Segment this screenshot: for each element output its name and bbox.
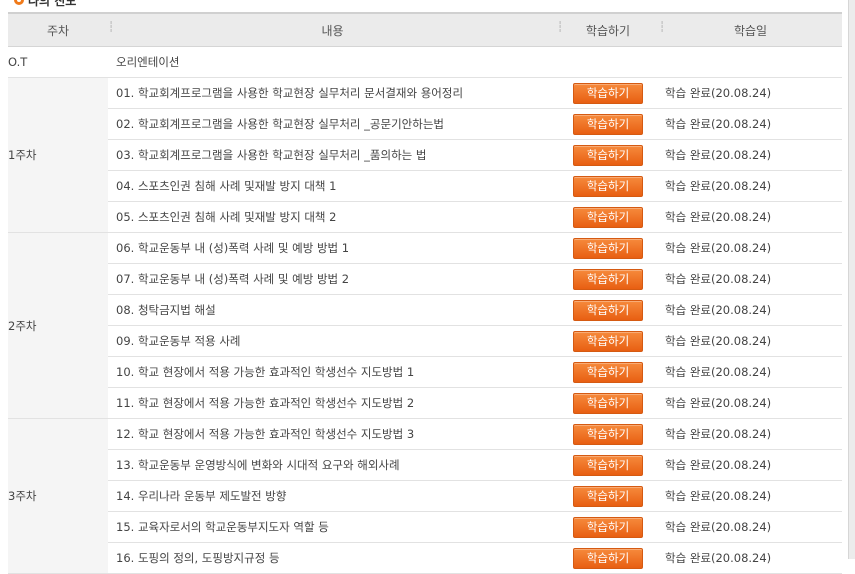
lesson-title: 10. 학교 현장에서 적용 가능한 효과적인 학생선수 지도방법 1 xyxy=(108,356,557,388)
lesson-title: 08. 청탁금지법 해설 xyxy=(108,294,557,326)
table-row: 1주차 01. 학교회계프로그램을 사용한 학교현장 실무처리 문서결재와 용어정… xyxy=(8,77,842,233)
completion-date: 학습 완료(20.08.24) xyxy=(659,356,842,388)
section-title: 나의 진도 xyxy=(14,0,76,8)
lesson-title: 05. 스포츠인권 침해 사례 및재발 방지 대책 2 xyxy=(108,201,557,233)
lesson-title: 02. 학교회계프로그램을 사용한 학교현장 실무처리 _공문기안하는법 xyxy=(108,108,557,140)
table-row: 15. 교육자로서의 학교운동부지도자 역할 등 학습하기 학습 완료(20.08.… xyxy=(8,511,842,543)
study-button[interactable]: 학습하기 xyxy=(573,206,643,228)
table-row: 2주차 06. 학교운동부 내 (성)폭력 사례 및 예방 방법 1 학습하기 학습 … xyxy=(8,232,842,419)
table-row: 11. 학교 현장에서 적용 가능한 효과적인 학생선수 지도방법 2 학습하기 학… xyxy=(8,387,842,419)
header-separator: ┆ xyxy=(557,22,564,33)
table-row: 02. 학교회계프로그램을 사용한 학교현장 실무처리 _공문기안하는법 학습하기… xyxy=(8,108,842,140)
week-cell: 2주차 xyxy=(8,232,108,419)
completion-date: 학습 완료(20.08.24) xyxy=(659,480,842,512)
lesson-title: 04. 스포츠인권 침해 사례 및재발 방지 대책 1 xyxy=(108,170,557,202)
completion-date: 학습 완료(20.08.24) xyxy=(659,201,842,233)
study-button[interactable]: 학습하기 xyxy=(573,144,643,166)
study-button[interactable]: 학습하기 xyxy=(573,268,643,290)
study-button[interactable]: 학습하기 xyxy=(573,299,643,321)
table-row-ot: O.T 오리엔테이션 xyxy=(8,46,842,78)
header-date: ┆ 학습일 xyxy=(659,12,842,47)
progress-table: 주차 ┆ 내용 ┆ 학습하기 ┆ 학습일 O.T 오리엔테이션 1주차 01. 학교회계… xyxy=(8,12,842,574)
completion-date: 학습 완료(20.08.24) xyxy=(659,108,842,140)
study-button[interactable]: 학습하기 xyxy=(573,516,643,538)
header-separator: ┆ xyxy=(108,22,115,33)
study-button[interactable]: 학습하기 xyxy=(573,547,643,569)
table-row: 09. 학교운동부 적용 사례 학습하기 학습 완료(20.08.24) xyxy=(8,325,842,357)
study-button[interactable]: 학습하기 xyxy=(573,423,643,445)
lesson-title: 09. 학교운동부 적용 사례 xyxy=(108,325,557,357)
week-cell: 3주차 xyxy=(8,418,108,574)
header-content: ┆ 내용 xyxy=(108,12,557,47)
table-row: 14. 우리나라 운동부 제도발전 방향 학습하기 학습 완료(20.08.24) xyxy=(8,480,842,512)
study-button[interactable]: 학습하기 xyxy=(573,175,643,197)
header-week: 주차 xyxy=(8,12,108,47)
study-button[interactable]: 학습하기 xyxy=(573,392,643,414)
lesson-title: 12. 학교 현장에서 적용 가능한 효과적인 학생선수 지도방법 3 xyxy=(108,418,557,450)
table-row: 16. 도핑의 정의, 도핑방지규정 등 학습하기 학습 완료(20.08.24) xyxy=(8,542,842,574)
section-title-text: 나의 진도 xyxy=(28,0,77,8)
table-row: 03. 학교회계프로그램을 사용한 학교현장 실무처리 _품의하는 법 학습하기 학… xyxy=(8,139,842,171)
table-header-row: 주차 ┆ 내용 ┆ 학습하기 ┆ 학습일 xyxy=(8,12,842,47)
completion-date: 학습 완료(20.08.24) xyxy=(659,449,842,481)
study-button[interactable]: 학습하기 xyxy=(573,361,643,383)
lesson-title: 03. 학교회계프로그램을 사용한 학교현장 실무처리 _품의하는 법 xyxy=(108,139,557,171)
header-study: ┆ 학습하기 xyxy=(557,12,659,47)
table-row: 10. 학교 현장에서 적용 가능한 효과적인 학생선수 지도방법 1 학습하기 학… xyxy=(8,356,842,388)
completion-date: 학습 완료(20.08.24) xyxy=(659,263,842,295)
study-button[interactable]: 학습하기 xyxy=(573,237,643,259)
completion-date: 학습 완료(20.08.24) xyxy=(659,294,842,326)
table-row: 13. 학교운동부 운영방식에 변화와 시대적 요구와 해외사례 학습하기 학습 완… xyxy=(8,449,842,481)
completion-date: 학습 완료(20.08.24) xyxy=(659,325,842,357)
week-cell: 1주차 xyxy=(8,77,108,233)
scrollbar-edge xyxy=(848,0,855,559)
lesson-title: 07. 학교운동부 내 (성)폭력 사례 및 예방 방법 2 xyxy=(108,263,557,295)
completion-date: 학습 완료(20.08.24) xyxy=(659,139,842,171)
table-row: 3주차 12. 학교 현장에서 적용 가능한 효과적인 학생선수 지도방법 3 학습… xyxy=(8,418,842,574)
study-button[interactable]: 학습하기 xyxy=(573,82,643,104)
table-row: 07. 학교운동부 내 (성)폭력 사례 및 예방 방법 2 학습하기 학습 완료(… xyxy=(8,263,842,295)
completion-date: 학습 완료(20.08.24) xyxy=(659,232,842,264)
table-row: 08. 청탁금지법 해설 학습하기 학습 완료(20.08.24) xyxy=(8,294,842,326)
lesson-title: 01. 학교회계프로그램을 사용한 학교현장 실무처리 문서결재와 용어정리 xyxy=(108,77,557,109)
study-button[interactable]: 학습하기 xyxy=(573,113,643,135)
table-row: 04. 스포츠인권 침해 사례 및재발 방지 대책 1 학습하기 학습 완료(20.… xyxy=(8,170,842,202)
study-button[interactable]: 학습하기 xyxy=(573,330,643,352)
lesson-title: 11. 학교 현장에서 적용 가능한 효과적인 학생선수 지도방법 2 xyxy=(108,387,557,419)
completion-date: 학습 완료(20.08.24) xyxy=(659,387,842,419)
completion-date: 학습 완료(20.08.24) xyxy=(659,511,842,543)
title-bullet-icon xyxy=(14,0,24,5)
lesson-title: 13. 학교운동부 운영방식에 변화와 시대적 요구와 해외사례 xyxy=(108,449,557,481)
study-button[interactable]: 학습하기 xyxy=(573,454,643,476)
lesson-title: 15. 교육자로서의 학교운동부지도자 역할 등 xyxy=(108,511,557,543)
table-row: 05. 스포츠인권 침해 사례 및재발 방지 대책 2 학습하기 학습 완료(20.… xyxy=(8,201,842,233)
lesson-title: 06. 학교운동부 내 (성)폭력 사례 및 예방 방법 1 xyxy=(108,232,557,264)
completion-date: 학습 완료(20.08.24) xyxy=(659,170,842,202)
week-cell: O.T xyxy=(8,46,108,78)
completion-date: 학습 완료(20.08.24) xyxy=(659,542,842,574)
lesson-title: 오리엔테이션 xyxy=(108,46,557,78)
lesson-title: 14. 우리나라 운동부 제도발전 방향 xyxy=(108,480,557,512)
header-separator: ┆ xyxy=(659,22,666,33)
completion-date: 학습 완료(20.08.24) xyxy=(659,418,842,450)
study-button[interactable]: 학습하기 xyxy=(573,485,643,507)
lesson-title: 16. 도핑의 정의, 도핑방지규정 등 xyxy=(108,542,557,574)
completion-date: 학습 완료(20.08.24) xyxy=(659,77,842,109)
